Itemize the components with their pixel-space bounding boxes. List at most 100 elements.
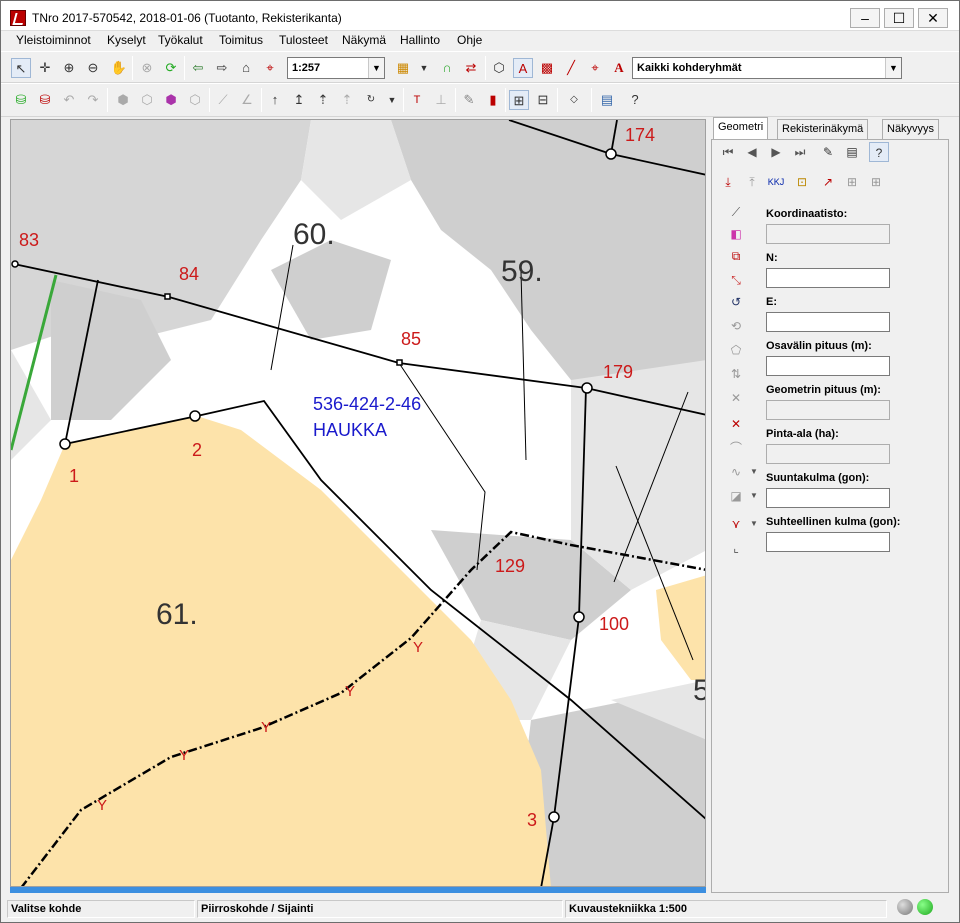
chevron-down-icon[interactable]: ▼	[744, 462, 764, 482]
reverse-icon[interactable]: ↺	[726, 292, 746, 312]
pencil-edit-icon[interactable]: ✎	[459, 90, 479, 110]
forward-arrow-icon[interactable]: ⇨	[212, 58, 232, 78]
swap-layers-icon[interactable]: ⇄	[461, 58, 481, 78]
map-canvas[interactable]: 60. 59. 61. 5 83 84 85 174 179 1 2 129 1…	[10, 119, 706, 887]
import-point-icon[interactable]: ⤓	[718, 172, 738, 192]
curve-icon[interactable]: ∿	[726, 462, 746, 482]
menu-hallinto[interactable]: Hallinto	[400, 33, 440, 47]
segment-length-input[interactable]	[766, 356, 890, 376]
shape-refresh-icon[interactable]: ⬡	[185, 90, 205, 110]
minimize-button[interactable]: –	[850, 8, 880, 28]
menu-tyokalut[interactable]: Työkalut	[158, 33, 203, 47]
last-vertex-icon[interactable]: ⏭	[790, 142, 810, 162]
tab-nakyvyys[interactable]: Näkyvyys	[882, 119, 940, 139]
split-view-icon[interactable]: ⊞	[509, 90, 529, 110]
measure-line-icon[interactable]: ⟋	[213, 90, 233, 110]
split-horizontal-icon[interactable]: ⊟	[533, 90, 553, 110]
area-tool-icon[interactable]: ◧	[726, 224, 746, 244]
menu-yleistoiminnot[interactable]: Yleistoiminnot	[16, 33, 91, 47]
point-insert-icon[interactable]: ⊡	[792, 172, 812, 192]
locate-target-icon[interactable]: ⌖	[260, 58, 280, 78]
rect-diagonal-icon[interactable]: ◪	[726, 486, 746, 506]
panel-icon[interactable]: ▤	[597, 90, 617, 110]
swap-icon[interactable]: ⇅	[726, 364, 746, 384]
help-icon[interactable]: ?	[625, 90, 645, 110]
kkj-transform-icon[interactable]: KKJ	[766, 172, 786, 192]
bearing-input[interactable]	[766, 488, 890, 508]
chevron-down-icon[interactable]: ▼	[382, 90, 402, 110]
pan-hand-icon[interactable]: ✋	[109, 58, 129, 78]
next-vertex-icon[interactable]: ▶	[766, 142, 786, 162]
close-button[interactable]: ✕	[918, 8, 948, 28]
zoom-in-icon[interactable]: ⊕	[59, 58, 79, 78]
copy-shape-icon[interactable]: ⧉	[726, 246, 746, 266]
angle-tool-icon[interactable]: ⋎	[726, 514, 746, 534]
menu-toimitus[interactable]: Toimitus	[219, 33, 263, 47]
line-draw-icon[interactable]: ╱	[561, 58, 581, 78]
first-vertex-icon[interactable]: ⏮	[718, 142, 738, 162]
text-edit-icon[interactable]: T	[407, 90, 427, 110]
menu-nakyma[interactable]: Näkymä	[342, 33, 386, 47]
north-input[interactable]	[766, 268, 890, 288]
tab-geometri[interactable]: Geometri	[713, 117, 769, 139]
shape-outline-icon[interactable]: ⬡	[137, 90, 157, 110]
point-up-alt-icon[interactable]: ↥	[289, 90, 309, 110]
remove-vertex-icon[interactable]: ✕	[726, 414, 746, 434]
back-arrow-icon[interactable]: ⇦	[188, 58, 208, 78]
rk-stamp-icon[interactable]: ◇	[564, 90, 584, 110]
cube-icon[interactable]: ⬡	[489, 58, 509, 78]
chevron-down-icon[interactable]: ▼	[885, 58, 901, 78]
export-point-icon[interactable]: ⤒	[742, 172, 762, 192]
text-tool-icon[interactable]: A	[609, 58, 629, 78]
measure-angle-icon[interactable]: ∠	[237, 90, 257, 110]
label-toggle-icon[interactable]: A	[513, 58, 533, 78]
object-group-select[interactable]: Kaikki kohderyhmät ▼	[632, 57, 902, 79]
point-up-icon[interactable]: ↑	[265, 90, 285, 110]
chevron-down-icon[interactable]: ▼	[744, 486, 764, 506]
menu-tulosteet[interactable]: Tulosteet	[279, 33, 328, 47]
menu-ohje[interactable]: Ohje	[457, 33, 482, 47]
redo-icon[interactable]: ↷	[83, 90, 103, 110]
relative-angle-input[interactable]	[766, 532, 890, 552]
home-icon[interactable]: ⌂	[236, 58, 256, 78]
edit-geometry-icon[interactable]: ✎	[818, 142, 838, 162]
prev-vertex-icon[interactable]: ◀	[742, 142, 762, 162]
select-arrow-icon[interactable]: ↖	[11, 58, 31, 78]
layer-style-icon[interactable]: ▦	[393, 58, 413, 78]
scale-select[interactable]: 1:257 ▼	[287, 57, 385, 79]
chevron-down-icon[interactable]: ▼	[744, 514, 764, 534]
undo-icon[interactable]: ↶	[59, 90, 79, 110]
chevron-down-icon[interactable]: ▼	[414, 58, 434, 78]
refresh-icon[interactable]: ⟳	[161, 58, 181, 78]
delete-vertex-icon[interactable]: ✕	[726, 388, 746, 408]
marker-icon[interactable]: ▮	[483, 90, 503, 110]
vertex-tool-icon[interactable]: ⟋	[726, 202, 746, 222]
point-join-icon[interactable]: ⇡	[313, 90, 333, 110]
split-line-icon[interactable]: ⤡	[726, 270, 746, 290]
crosshair-icon[interactable]: ✛	[35, 58, 55, 78]
shape-delete-icon[interactable]: ⬢	[113, 90, 133, 110]
table-icon[interactable]: ▤	[842, 142, 862, 162]
grid-alt-icon[interactable]: ⊞	[866, 172, 886, 192]
shape-select-icon[interactable]: ⬢	[161, 90, 181, 110]
maximize-button[interactable]: ☐	[884, 8, 914, 28]
chevron-down-icon[interactable]: ▼	[368, 58, 384, 78]
corner-tool-icon[interactable]: ⌞	[726, 538, 746, 558]
loop-icon[interactable]: ⟲	[726, 316, 746, 336]
east-input[interactable]	[766, 312, 890, 332]
zoom-out-icon[interactable]: ⊖	[83, 58, 103, 78]
text-position-icon[interactable]: ⊥	[431, 90, 451, 110]
help-icon[interactable]: ?	[869, 142, 889, 162]
hatch-icon[interactable]: ▩	[537, 58, 557, 78]
rotate-25-icon[interactable]: ↻	[361, 90, 381, 110]
arc-icon[interactable]: ⌒	[726, 438, 746, 458]
tab-rekisterinakyma[interactable]: Rekisterinäkymä	[777, 119, 869, 139]
point-move-icon[interactable]: ↗	[818, 172, 838, 192]
point-target-icon[interactable]: ⌖	[585, 58, 605, 78]
stop-icon[interactable]: ⊗	[137, 58, 157, 78]
magnet-icon[interactable]: ∩	[437, 58, 457, 78]
point-disabled-icon[interactable]: ⇡	[337, 90, 357, 110]
grid-icon[interactable]: ⊞	[842, 172, 862, 192]
menu-kyselyt[interactable]: Kyselyt	[107, 33, 146, 47]
polygon-icon[interactable]: ⬠	[726, 340, 746, 360]
